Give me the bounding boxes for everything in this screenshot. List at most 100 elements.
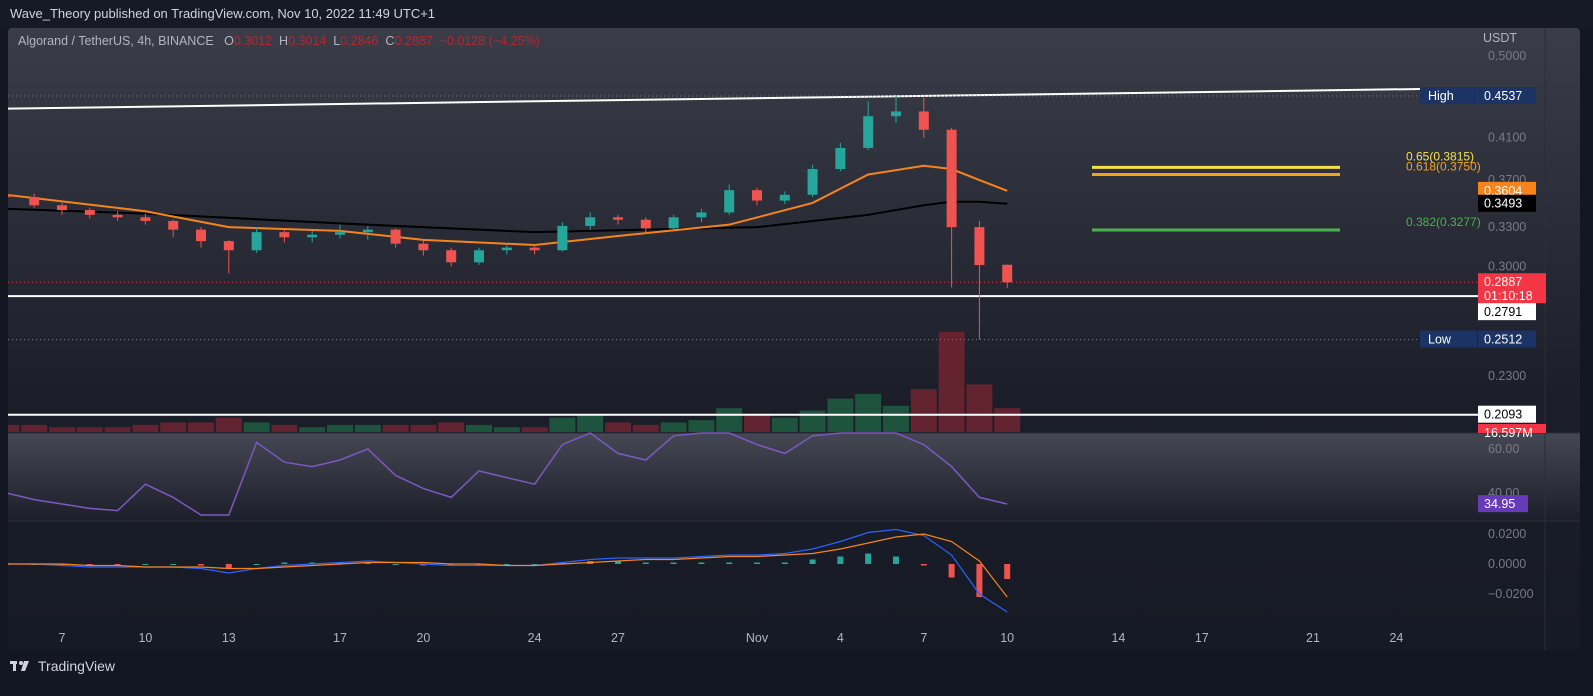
candle-body xyxy=(613,217,623,220)
macd-histogram-bar xyxy=(392,564,399,565)
symbol-legend: Algorand / TetherUS, 4h, BINANCE O0.3012… xyxy=(18,34,540,48)
volume-bar xyxy=(744,415,770,432)
y-tick-label: 0.3300 xyxy=(1488,220,1526,234)
volume-bar xyxy=(910,389,937,432)
last-price: 0.2887 xyxy=(1484,275,1522,289)
macd-histogram-bar xyxy=(670,562,677,564)
volume-bar xyxy=(327,424,353,432)
candle-body xyxy=(251,232,262,251)
candle-body xyxy=(668,217,679,229)
volume-bar xyxy=(855,393,882,432)
macd-line xyxy=(8,528,1008,613)
volume-bar xyxy=(21,424,48,432)
volume-bar xyxy=(660,422,687,432)
candle-body xyxy=(501,247,512,251)
macd-histogram-bar xyxy=(1004,564,1011,579)
volume-bar xyxy=(771,417,798,432)
rsi-value: 34.95 xyxy=(1484,497,1515,511)
tradingview-logo-icon xyxy=(10,661,29,671)
candle-body xyxy=(390,229,401,244)
macd-histogram-bar xyxy=(253,564,260,565)
candle-body xyxy=(529,247,540,251)
macd-histogram-bar xyxy=(726,562,733,564)
candle-body xyxy=(446,250,457,263)
y-tick-label: 0.3000 xyxy=(1488,259,1526,273)
volume-bar xyxy=(549,417,576,432)
macd-histogram-bar xyxy=(281,562,288,564)
countdown: 01:10:18 xyxy=(1484,289,1533,303)
low-value: 0.2512 xyxy=(1484,333,1522,347)
volume-bar xyxy=(688,420,715,432)
y-tick-label: 0.4100 xyxy=(1488,131,1526,145)
macd-tick-label: 0.0000 xyxy=(1488,557,1526,571)
macd-tick-label: 0.0200 xyxy=(1488,527,1526,541)
candle-body xyxy=(640,219,651,229)
open-value: 0.3012 xyxy=(233,34,273,48)
fib-label: 0.382(0.3277) xyxy=(1406,215,1481,229)
rsi-tick-label: 60.00 xyxy=(1488,442,1519,456)
candle-body xyxy=(84,210,95,215)
candle-body xyxy=(835,147,846,170)
candle-body xyxy=(279,232,290,238)
macd-histogram-bar xyxy=(865,553,872,564)
macd-histogram-bar xyxy=(893,556,899,564)
candle-body xyxy=(1002,264,1013,283)
y-tick-label: 0.2300 xyxy=(1488,369,1526,383)
ma-value: 0.3493 xyxy=(1484,197,1522,211)
high-value: 0.4537 xyxy=(1484,89,1522,103)
volume-bar xyxy=(966,384,993,432)
tradingview-brand: TradingView xyxy=(38,658,116,674)
volume-value: 16.597M xyxy=(1484,426,1533,440)
volume-bar xyxy=(160,422,187,432)
candle-body xyxy=(223,241,234,251)
ma-line xyxy=(8,200,1008,234)
volume-bar xyxy=(466,424,492,432)
volume-bar xyxy=(716,408,743,432)
candle-body xyxy=(168,220,179,230)
high-label: H xyxy=(279,34,289,48)
x-tick-label: 4 xyxy=(837,631,844,645)
volume-bar xyxy=(493,427,520,432)
change-value: −0.0128 (−4.25%) xyxy=(439,34,540,48)
candle-body xyxy=(696,212,707,218)
candle-body xyxy=(918,111,929,130)
tradingview-logo[interactable]: TradingView xyxy=(10,658,115,674)
chart-frame[interactable]: 0.65(0.3815) 0.618(0.3750) 0.382(0.3277) US… xyxy=(8,28,1580,650)
candle-body xyxy=(112,214,123,218)
volume-bar xyxy=(410,424,437,432)
candle-body xyxy=(29,197,40,206)
support2-value: 0.2093 xyxy=(1484,408,1522,422)
ema-line xyxy=(8,164,1008,247)
chart-svg[interactable]: 0.65(0.3815)0.618(0.3750)0.382(0.3277)US… xyxy=(8,28,1580,650)
volume-bar xyxy=(104,427,131,432)
candle-body xyxy=(863,116,874,148)
candle-body xyxy=(724,190,735,213)
volume-bar xyxy=(49,427,75,432)
volume-bar xyxy=(354,424,381,432)
low-value: 0.2846 xyxy=(340,34,379,48)
symbol-name: Algorand / TetherUS, 4h, BINANCE xyxy=(18,34,214,48)
x-tick-label: 13 xyxy=(222,631,236,645)
x-tick-label: Nov xyxy=(746,631,769,645)
low-label: Low xyxy=(1428,333,1452,347)
macd-histogram-bar xyxy=(809,559,816,564)
candle-body xyxy=(418,243,429,251)
macd-histogram-bar xyxy=(920,564,927,566)
macd-histogram-bar xyxy=(642,562,649,564)
x-tick-label: 10 xyxy=(138,631,152,645)
x-tick-label: 7 xyxy=(59,631,66,645)
volume-bar xyxy=(243,422,270,432)
volume-bar xyxy=(605,422,631,432)
candle-body xyxy=(779,194,790,201)
volume-bar xyxy=(938,332,965,432)
volume-bar xyxy=(994,408,1021,432)
candle-body xyxy=(974,227,985,266)
candle-body xyxy=(557,225,568,251)
volume-bar xyxy=(883,405,909,432)
macd-histogram-bar xyxy=(698,562,705,564)
x-tick-label: 21 xyxy=(1306,631,1320,645)
macd-histogram-bar xyxy=(170,564,177,565)
x-tick-label: 10 xyxy=(1000,631,1014,645)
x-tick-label: 20 xyxy=(416,631,430,645)
signal-line xyxy=(8,533,1008,598)
